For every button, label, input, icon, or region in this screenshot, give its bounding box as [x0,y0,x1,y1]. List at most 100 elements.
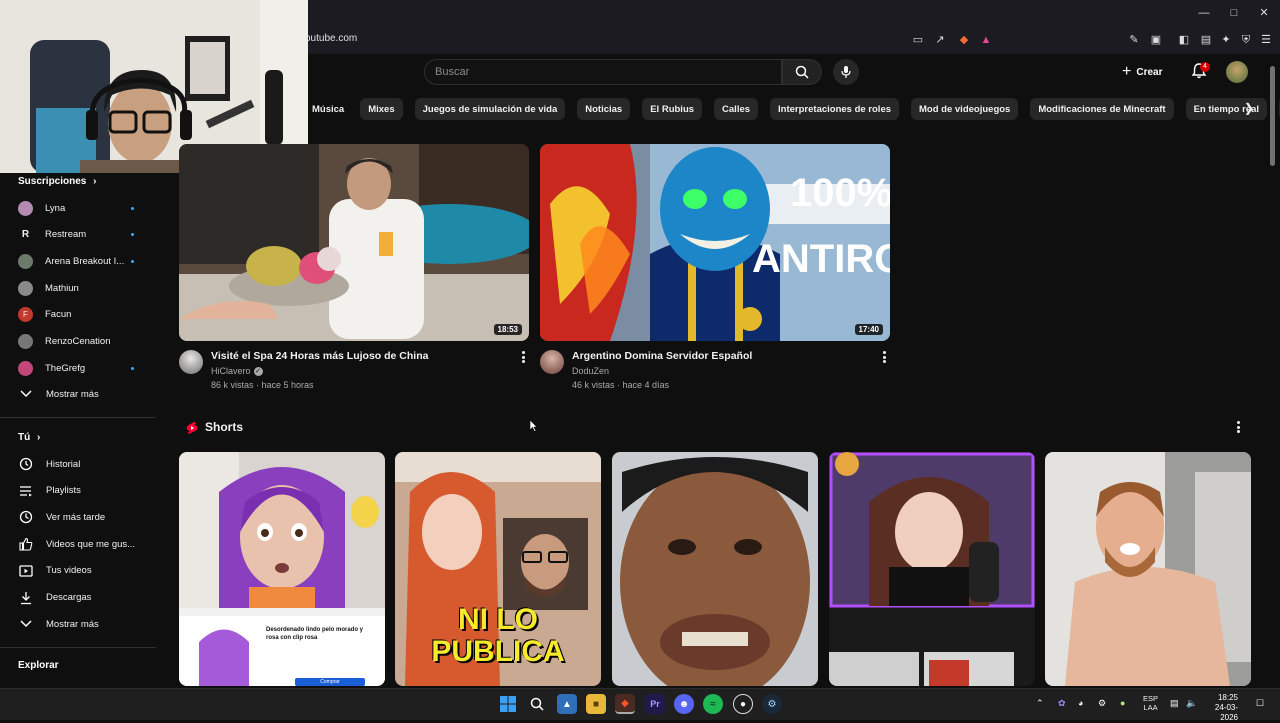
maximize-icon[interactable]: □ [1226,5,1242,21]
short-card[interactable] [1045,452,1251,686]
subscription-item[interactable]: Arena Breakout I... [18,252,148,270]
you-item-label: Descargas [46,592,92,603]
channel-avatar[interactable] [540,350,564,374]
video-thumbnail[interactable]: 18:53 [179,144,529,341]
wallet-icon[interactable]: ▤ [1198,32,1214,48]
you-item-videos-que-me-gus-[interactable]: Videos que me gus... [18,535,148,553]
tray-chevron-up-icon[interactable]: ⌃ [1036,698,1044,709]
chip[interactable]: Interpretaciones de roles [770,98,900,120]
chip[interactable]: El Rubius [642,98,703,120]
more-options-icon[interactable] [519,350,527,364]
more-options-icon[interactable] [1234,420,1242,434]
buy-button[interactable]: Comprar [295,678,365,686]
chip[interactable]: Música [308,98,348,120]
leo-ai-icon[interactable]: ✦ [1218,32,1234,48]
brave-shield-icon[interactable]: ◆ [956,32,972,48]
subscription-item[interactable]: Mathiun [18,279,148,297]
subscription-item[interactable]: RenzoCenation [18,333,148,351]
search-input[interactable]: Buscar [424,59,782,85]
chip[interactable]: Mod de videojuegos [911,98,1019,120]
short-card[interactable] [829,452,1035,686]
channel-avatar[interactable] [179,350,203,374]
photos-icon[interactable]: ▲ [557,694,577,714]
short-card[interactable]: Desordenado lindo pelo morado y rosa con… [179,452,385,686]
share-icon[interactable]: ↗ [932,32,948,48]
vpn-icon[interactable]: ⛨ [1238,32,1254,48]
search-icon [795,65,809,79]
show-more-label: Mostrar más [46,618,99,630]
channel-name[interactable]: DoduZen [572,366,609,376]
you-item-label: Videos que me gus... [46,538,136,550]
minimize-icon[interactable]: — [1196,5,1212,21]
you-item-tus-videos[interactable]: Tus videos [18,562,148,580]
chip[interactable]: Mixes [360,98,403,120]
more-options-icon[interactable] [880,350,888,364]
obs-icon[interactable]: ● [733,694,753,714]
video-thumbnail[interactable]: 100% ANTIROL 17:40 [540,144,890,341]
video-title[interactable]: Visité el Spa 24 Horas más Lujoso de Chi… [211,350,511,362]
premiere-pro-icon[interactable]: Pr [645,694,665,714]
show-more-subscriptions[interactable]: Mostrar más [18,385,148,403]
you-item-descargas[interactable]: Descargas [18,589,148,607]
steam-tray-icon[interactable]: ⚙ [1098,698,1106,709]
wifi-icon[interactable]: ▤ [1170,698,1179,709]
notification-badge: 4 [1200,62,1210,72]
notifications-center-icon[interactable]: ☐ [1256,698,1264,709]
clock[interactable]: 18:25 24-03-2026 [1198,693,1238,723]
video-duration: 17:40 [854,324,883,335]
spotify-icon[interactable]: ≈ [703,694,723,714]
brave-browser-icon[interactable]: ◆ [615,694,635,714]
video-title[interactable]: Argentino Domina Servidor Español [572,350,872,362]
chip[interactable]: Calles [714,98,759,120]
short-card[interactable] [612,452,818,686]
discord-icon[interactable]: ☻ [674,694,694,714]
chip[interactable]: Juegos de simulación de vida [414,98,566,120]
subscription-item[interactable]: R Restream [18,226,148,244]
taskbar [0,688,1280,720]
search-icon[interactable] [527,694,547,714]
cast-icon[interactable]: ▭ [910,32,926,48]
subscription-item[interactable]: F Facun [18,306,148,324]
channel-avatar [18,280,33,296]
subscription-label: Lyna [45,202,66,214]
video-meta: 46 k vistas · hace 4 días [572,380,670,390]
you-item-ver-m-s-tarde[interactable]: Ver más tarde [18,508,148,526]
windows-start-icon[interactable] [498,694,518,714]
subscriptions-header[interactable]: Suscripciones › [18,176,96,187]
account-avatar[interactable] [1226,61,1248,83]
extensions-icon[interactable]: ✎ [1126,32,1142,48]
short-card[interactable]: NI LO PUBLICA [395,452,601,686]
steam-icon[interactable]: ⚙ [762,694,782,714]
file-explorer-icon[interactable]: ■ [586,694,606,714]
show-more-you[interactable]: Mostrar más [18,615,148,633]
create-label: Crear [1136,66,1163,78]
chip[interactable]: Noticias [577,98,631,120]
chevron-down-icon [18,386,34,402]
scrollbar-thumb[interactable] [1270,66,1275,166]
tray-app-icon[interactable]: ✿ [1058,698,1066,709]
bookmarks-icon[interactable]: ▣ [1148,32,1164,48]
you-header[interactable]: Tú › [18,432,40,443]
sidebar-toggle-icon[interactable]: ◧ [1176,32,1192,48]
chip[interactable]: Modificaciones de Minecraft [1030,98,1174,120]
headset-icon[interactable]: ◕ [1078,698,1083,708]
you-item-playlists[interactable]: Playlists [18,482,148,500]
microphone-tray-icon[interactable]: ● [1120,698,1125,708]
subscription-item[interactable]: TheGrefg [18,359,148,377]
volume-icon[interactable]: 🔈 [1186,698,1197,709]
create-button[interactable]: + Crear [1122,60,1174,84]
divider [0,647,156,648]
menu-icon[interactable]: ☰ [1258,32,1274,48]
search-button[interactable] [782,59,822,85]
subscription-label: Mathiun [45,282,79,294]
verified-icon: ✓ [253,366,263,376]
you-item-historial[interactable]: Historial [18,455,148,473]
chevron-right-icon[interactable]: ❯ [1242,100,1256,116]
channel-avatar: F [18,307,33,323]
channel-name[interactable]: HiClavero ✓ [211,366,263,376]
language-indicator[interactable]: ESP LAA [1143,694,1158,712]
voice-search-button[interactable] [833,59,859,85]
rewards-icon[interactable]: ▲ [978,32,994,48]
close-icon[interactable]: ✕ [1256,5,1272,21]
subscription-item[interactable]: Lyna [18,199,148,217]
